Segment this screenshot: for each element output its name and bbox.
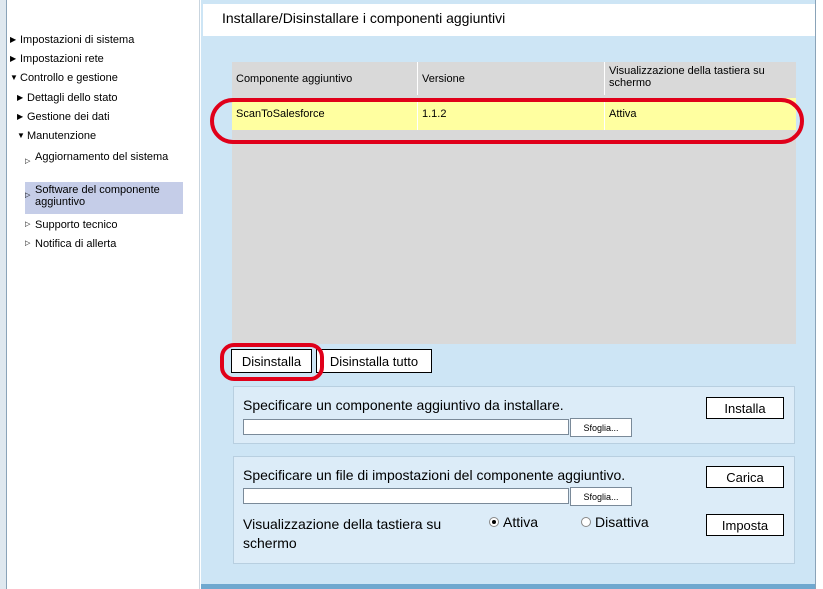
window-frame-right bbox=[815, 0, 823, 589]
sidebar-item-supporto-tecnico[interactable]: ▷ Supporto tecnico bbox=[25, 219, 118, 231]
row-highlight-annotation bbox=[210, 98, 804, 144]
column-header-versione: Versione bbox=[418, 62, 605, 95]
install-label: Specificare un componente aggiuntivo da … bbox=[243, 397, 564, 413]
uninstall-all-button[interactable]: Disinstalla tutto bbox=[316, 349, 432, 373]
sidebar-item-manutenzione[interactable]: ▼ Manutenzione bbox=[17, 130, 96, 142]
sidebar-item-impostazioni-rete[interactable]: ▶ Impostazioni rete bbox=[10, 53, 104, 65]
triangle-down-icon: ▼ bbox=[17, 131, 25, 140]
radio-unselected-icon bbox=[581, 517, 591, 527]
settings-browse-button[interactable]: Sfoglia... bbox=[570, 487, 632, 506]
set-button[interactable]: Imposta bbox=[706, 514, 784, 536]
sidebar-item-notifica-allerta[interactable]: ▷ Notifica di allerta bbox=[25, 238, 116, 250]
radio-disattiva[interactable]: Disattiva bbox=[581, 514, 649, 530]
bottom-border bbox=[201, 584, 815, 589]
radio-attiva-label: Attiva bbox=[503, 514, 539, 530]
settings-label: Specificare un file di impostazioni del … bbox=[243, 467, 626, 483]
small-triangle-right-icon: ▷ bbox=[25, 221, 31, 228]
sidebar-item-label: Aggiornamento del sistema bbox=[35, 151, 169, 163]
small-triangle-right-icon: ▷ bbox=[25, 240, 31, 247]
column-header-componente: Componente aggiuntivo bbox=[232, 62, 418, 95]
sidebar-item-controllo-gestione[interactable]: ▼ Controllo e gestione bbox=[10, 72, 118, 84]
sidebar-item-label: Impostazioni di sistema bbox=[20, 34, 135, 46]
sidebar-item-impostazioni-sistema[interactable]: ▶ Impostazioni di sistema bbox=[10, 34, 134, 46]
radio-selected-icon bbox=[489, 517, 499, 527]
triangle-right-icon: ▶ bbox=[10, 35, 17, 44]
install-button[interactable]: Installa bbox=[706, 397, 784, 419]
table-header: Componente aggiuntivo Versione Visualizz… bbox=[232, 62, 796, 95]
install-browse-button[interactable]: Sfoglia... bbox=[570, 418, 632, 437]
sidebar: ▶ Impostazioni di sistema ▶ Impostazioni… bbox=[7, 0, 200, 589]
install-file-input[interactable] bbox=[243, 419, 569, 435]
triangle-right-icon: ▶ bbox=[17, 112, 24, 121]
column-header-tastiera: Visualizzazione della tastiera su scherm… bbox=[609, 65, 765, 89]
small-triangle-right-icon: ▷ bbox=[25, 192, 31, 199]
sidebar-item-label: Software del componente aggiuntivo bbox=[35, 184, 160, 208]
window-frame-right-border bbox=[815, 0, 816, 589]
triangle-right-icon: ▶ bbox=[17, 93, 24, 102]
sidebar-item-label: Gestione dei dati bbox=[27, 111, 110, 123]
radio-attiva[interactable]: Attiva bbox=[489, 514, 538, 530]
sidebar-item-label: Dettagli dello stato bbox=[27, 92, 118, 104]
page-title: Installare/Disinstallare i componenti ag… bbox=[222, 10, 506, 26]
triangle-right-icon: ▶ bbox=[10, 54, 17, 63]
sidebar-divider bbox=[199, 0, 200, 589]
settings-file-input[interactable] bbox=[243, 488, 569, 504]
keyboard-setting-label: Visualizzazione della tastiera su scherm… bbox=[243, 516, 442, 551]
small-triangle-right-icon: ▷ bbox=[25, 158, 31, 165]
sidebar-item-aggiornamento-sistema[interactable]: ▷ Aggiornamento del sistema bbox=[25, 151, 175, 168]
sidebar-item-label: Manutenzione bbox=[27, 130, 97, 142]
sidebar-item-label: Notifica di allerta bbox=[35, 238, 117, 250]
triangle-down-icon: ▼ bbox=[10, 73, 18, 82]
sidebar-item-label: Controllo e gestione bbox=[20, 72, 118, 84]
sidebar-item-dettagli-stato[interactable]: ▶ Dettagli dello stato bbox=[17, 92, 118, 104]
sidebar-item-software-componente[interactable]: ▷ Software del componente aggiuntivo bbox=[25, 182, 183, 214]
sidebar-item-label: Supporto tecnico bbox=[35, 219, 118, 231]
radio-disattiva-label: Disattiva bbox=[595, 514, 649, 530]
sidebar-item-label: Impostazioni rete bbox=[20, 53, 104, 65]
button-highlight-annotation bbox=[220, 343, 324, 381]
load-button[interactable]: Carica bbox=[706, 466, 784, 488]
sidebar-item-gestione-dati[interactable]: ▶ Gestione dei dati bbox=[17, 111, 110, 123]
